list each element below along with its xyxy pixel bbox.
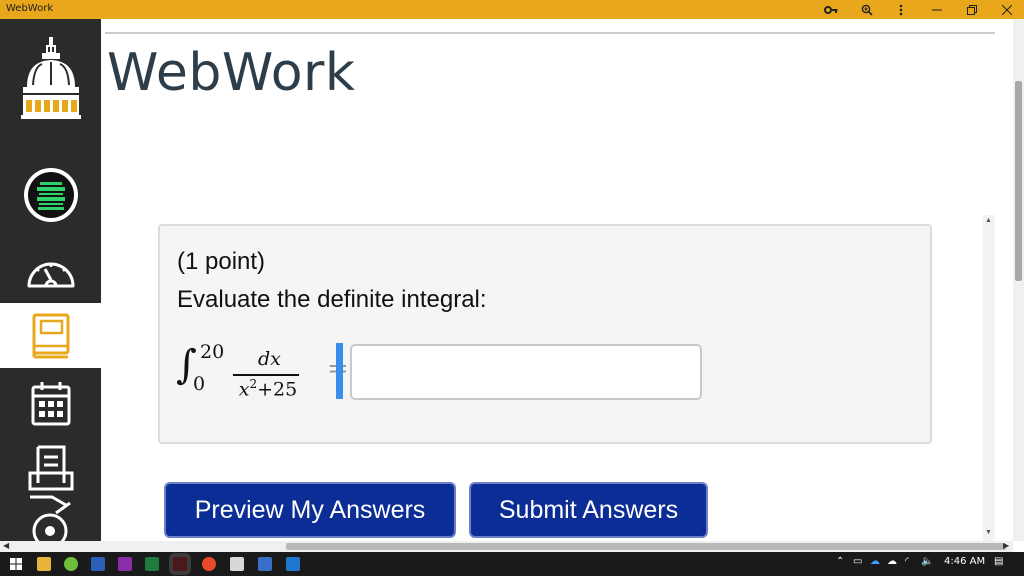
window-title: WebWork	[6, 3, 54, 14]
submit-answers-button[interactable]: Submit Answers	[469, 482, 708, 538]
tray-cloud-icon[interactable]: ☁	[887, 556, 897, 567]
onenote-icon[interactable]	[118, 557, 132, 571]
sidebar-nav	[0, 19, 101, 541]
calculator-icon[interactable]	[230, 557, 244, 571]
zoom-icon[interactable]	[850, 0, 884, 19]
tray-battery-icon[interactable]: ▭	[853, 556, 862, 567]
scroll-right-arrow-icon[interactable]: ▶	[1003, 541, 1009, 550]
university-dome-logo[interactable]	[0, 19, 101, 141]
outlook-icon[interactable]	[286, 557, 300, 571]
app-green-icon[interactable]	[64, 557, 78, 571]
minimize-icon[interactable]	[920, 0, 954, 19]
inbox-nav-item[interactable]	[0, 443, 101, 541]
tray-onedrive-icon[interactable]: ☁	[870, 556, 880, 567]
answer-focus-indicator	[336, 343, 343, 399]
courses-nav-item[interactable]	[0, 303, 101, 368]
webwork-app-icon[interactable]	[173, 557, 187, 571]
book-icon	[32, 313, 69, 358]
preview-answers-button[interactable]: Preview My Answers	[164, 482, 456, 538]
restore-icon[interactable]	[955, 0, 989, 19]
denominator-variable: x	[238, 378, 250, 401]
denominator-exponent: 2	[249, 377, 258, 391]
header-divider	[105, 32, 995, 34]
integral-upper-limit: 20	[200, 341, 225, 363]
content-scrollbar[interactable]: ▲ ▼	[983, 215, 995, 541]
tray-wifi-icon[interactable]: ◜	[905, 556, 909, 567]
file-explorer-icon[interactable]	[37, 557, 51, 571]
motivation-badge-icon	[23, 168, 78, 222]
speedometer-icon	[27, 262, 74, 288]
more-icon[interactable]	[884, 0, 918, 19]
calendar-nav-item[interactable]	[0, 375, 101, 433]
close-icon[interactable]	[990, 0, 1024, 19]
scroll-left-arrow-icon[interactable]: ◀	[3, 541, 9, 550]
scroll-down-arrow-icon[interactable]: ▼	[985, 529, 992, 536]
taskbar-clock[interactable]: 4:46 AM	[944, 556, 985, 567]
window-vertical-scroll-thumb[interactable]	[1015, 81, 1022, 281]
horizontal-scroll-thumb[interactable]	[286, 543, 1006, 550]
scroll-up-arrow-icon[interactable]: ▲	[985, 217, 992, 224]
fraction-bar	[233, 374, 299, 376]
window-title-bar: WebWork	[0, 0, 1024, 19]
document-inbox-icon	[28, 445, 73, 541]
problem-points: (1 point)	[177, 248, 266, 275]
calendar-icon	[31, 382, 70, 426]
remote-app-icon[interactable]	[258, 557, 272, 571]
motivation-badge[interactable]	[0, 164, 101, 226]
tray-volume-icon[interactable]: 🔈	[921, 556, 933, 567]
dome-icon	[20, 37, 81, 119]
window-vertical-scrollbar[interactable]	[1013, 19, 1024, 541]
chrome-icon[interactable]	[202, 557, 216, 571]
main-content: WebWork (1 point) Evaluate the definite …	[101, 19, 1013, 541]
integral-numerator: dx	[258, 348, 281, 370]
key-icon[interactable]	[814, 0, 848, 19]
excel-icon[interactable]	[145, 557, 159, 571]
windows-start-icon[interactable]	[10, 558, 22, 570]
integral-expression: ∫ 20 0 dx x2+25 =	[176, 341, 349, 402]
page-title: WebWork	[107, 43, 356, 103]
horizontal-scrollbar[interactable]: ◀ ▶	[0, 541, 1013, 552]
denominator-constant: +25	[257, 378, 298, 401]
integral-denominator: x2+25	[233, 377, 303, 400]
action-center-icon[interactable]: ▤	[994, 556, 1003, 567]
problem-box: (1 point) Evaluate the definite integral…	[158, 224, 932, 444]
dashboard-nav-item[interactable]	[0, 241, 101, 303]
taskbar: ⌃ ▭ ☁ ☁ ◜ 🔈 4:46 AM ▤	[0, 552, 1024, 576]
answer-input[interactable]	[350, 344, 702, 400]
integral-lower-limit: 0	[193, 373, 206, 395]
problem-prompt: Evaluate the definite integral:	[177, 286, 487, 313]
tray-chevron-icon[interactable]: ⌃	[836, 556, 844, 567]
word-icon[interactable]	[91, 557, 105, 571]
